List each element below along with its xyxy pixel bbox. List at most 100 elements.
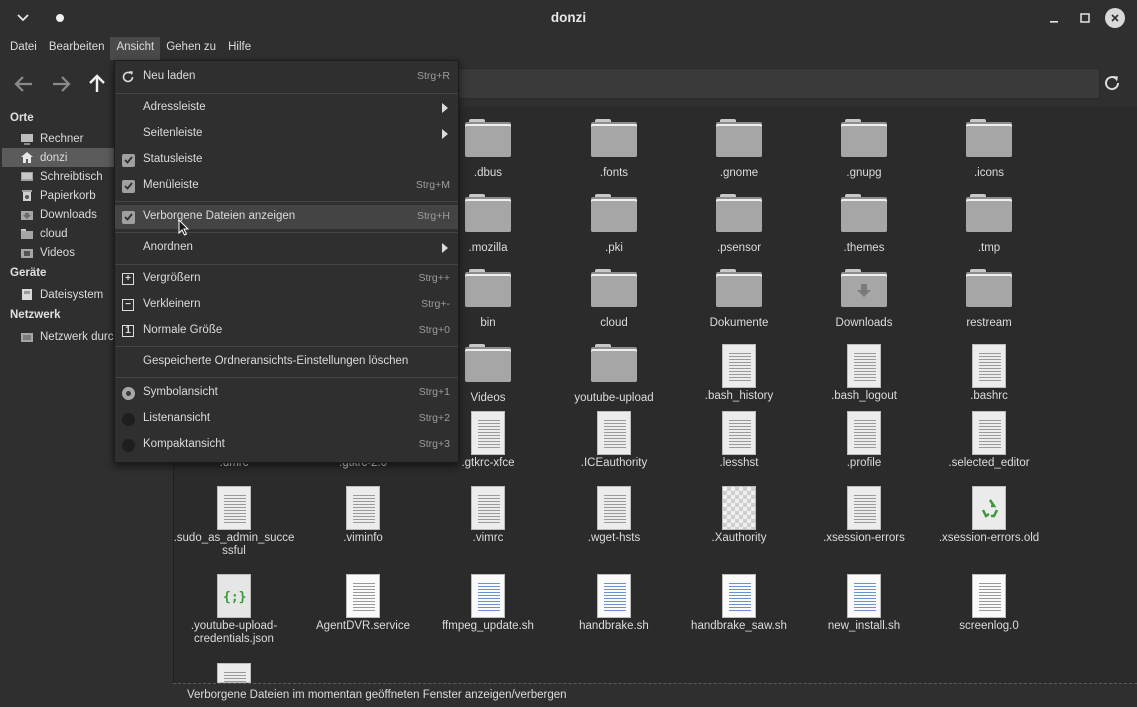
file-item[interactable]: .pki <box>552 194 676 255</box>
file-item[interactable]: .psensor <box>677 194 801 255</box>
text-file-icon <box>217 663 251 684</box>
up-arrow-icon[interactable] <box>85 72 109 96</box>
folder-icon <box>966 269 1012 307</box>
file-label: .themes <box>843 242 885 254</box>
menu-item-vergroessern[interactable]: + Vergrößern Strg++ <box>115 267 458 291</box>
sidebar-item-label: cloud <box>40 227 68 240</box>
file-item[interactable]: .lesshst <box>677 411 801 470</box>
reload-icon[interactable] <box>1102 73 1124 95</box>
file-item[interactable]: youtube-upload <box>552 344 676 405</box>
file-item[interactable]: .icons <box>927 119 1051 180</box>
menu-separator <box>115 232 458 233</box>
menu-item-adressleiste[interactable]: Adressleiste <box>115 96 458 120</box>
file-item[interactable]: AgentDVR.service <box>301 574 425 633</box>
file-label: .lesshst <box>719 457 759 469</box>
menu-bearbeiten[interactable]: Bearbeiten <box>43 37 111 60</box>
file-item[interactable]: .viminfo <box>301 486 425 545</box>
file-item[interactable]: .sudo_as_admin_successful <box>172 486 296 558</box>
image-file-icon <box>722 486 756 530</box>
file-item[interactable]: .ICEauthority <box>552 411 676 470</box>
text-file-icon <box>346 486 380 530</box>
forward-arrow-icon[interactable] <box>49 72 73 96</box>
folder-icon <box>591 119 637 157</box>
file-item[interactable]: .xsession-errors <box>802 486 926 545</box>
text-file-icon <box>972 574 1006 618</box>
close-icon[interactable] <box>1105 8 1125 28</box>
file-label: .tmp <box>977 242 1001 254</box>
file-item[interactable]: .bash_logout <box>802 344 926 403</box>
menu-separator <box>115 377 458 378</box>
menu-item-statusleiste[interactable]: Statusleiste <box>115 148 458 172</box>
menu-item-menueleiste[interactable]: Menüleiste Strg+M <box>115 174 458 198</box>
file-item[interactable]: cloud <box>552 269 676 330</box>
menu-gehen-zu[interactable]: Gehen zu <box>160 37 222 60</box>
file-item[interactable]: .xsession-errors.old <box>927 486 1051 545</box>
file-item-partial[interactable] <box>172 663 296 684</box>
file-item[interactable]: .fonts <box>552 119 676 180</box>
folder-icon <box>841 119 887 157</box>
menu-datei[interactable]: Datei <box>4 37 43 60</box>
menu-item-normale-groesse[interactable]: 1 Normale Größe Strg+0 <box>115 319 458 343</box>
file-label: .sudo_as_admin_successful <box>173 532 295 557</box>
sidebar-heading-orte: Orte <box>10 112 34 124</box>
menu-item-kompaktansicht[interactable]: Kompaktansicht Strg+3 <box>115 433 458 457</box>
checkbox-checked-icon <box>121 153 135 167</box>
folder-icon <box>841 269 887 307</box>
menu-item-verborgene-dateien[interactable]: Verborgene Dateien anzeigen Strg+H <box>115 205 458 229</box>
menu-item-seitenleiste[interactable]: Seitenleiste <box>115 122 458 146</box>
file-label: Downloads <box>835 317 893 329</box>
file-item[interactable]: .themes <box>802 194 926 255</box>
file-label: cloud <box>600 317 628 329</box>
file-item[interactable]: Downloads <box>802 269 926 330</box>
text-file-icon <box>847 411 881 455</box>
text-file-icon <box>847 344 881 388</box>
home-icon <box>20 151 34 164</box>
menu-item-neu-laden[interactable]: Neu laden Strg+R <box>115 65 458 89</box>
file-item[interactable]: .Xauthority <box>677 486 801 545</box>
menu-hilfe[interactable]: Hilfe <box>222 37 257 60</box>
text-file-icon <box>847 486 881 530</box>
menu-ansicht[interactable]: Ansicht <box>110 37 161 60</box>
file-item[interactable]: Dokumente <box>677 269 801 330</box>
file-item[interactable]: handbrake.sh <box>552 574 676 633</box>
file-item[interactable]: ffmpeg_update.sh <box>426 574 550 633</box>
sidebar-item-label: Videos <box>40 246 75 259</box>
reload-icon <box>121 70 135 84</box>
menu-item-anordnen[interactable]: Anordnen <box>115 236 458 260</box>
file-item[interactable]: .gnome <box>677 119 801 180</box>
file-label: .ICEauthority <box>580 457 648 469</box>
sidebar-item-label: Schreibtisch <box>40 170 103 183</box>
location-bar[interactable] <box>450 68 1100 99</box>
file-item[interactable]: .selected_editor <box>927 411 1051 470</box>
text-file-icon <box>346 574 380 618</box>
file-item[interactable]: .bashrc <box>927 344 1051 403</box>
file-item[interactable]: .profile <box>802 411 926 470</box>
menu-item-symbolansicht[interactable]: Symbolansicht Strg+1 <box>115 381 458 405</box>
file-label: .bash_logout <box>831 390 897 402</box>
menu-item-listenansicht[interactable]: Listenansicht Strg+2 <box>115 407 458 431</box>
file-item[interactable]: .tmp <box>927 194 1051 255</box>
file-item[interactable]: .wget-hsts <box>552 486 676 545</box>
menu-item-einstellungen-loeschen[interactable]: Gespeicherte Ordneransichts-Einstellunge… <box>115 350 458 374</box>
file-item[interactable]: {;} .youtube-upload-credentials.json <box>172 574 296 646</box>
minimize-icon[interactable] <box>1044 8 1064 28</box>
window-title: donzi <box>550 10 587 25</box>
menu-item-verkleinern[interactable]: − Verkleinern Strg+- <box>115 293 458 317</box>
file-item[interactable]: .bash_history <box>677 344 801 403</box>
submenu-arrow-icon <box>442 129 448 139</box>
file-item[interactable]: .vimrc <box>426 486 550 545</box>
file-item[interactable]: screenlog.0 <box>927 574 1051 633</box>
folder-icon <box>716 194 762 232</box>
file-item[interactable]: handbrake_saw.sh <box>677 574 801 633</box>
back-arrow-icon[interactable] <box>12 72 36 96</box>
file-label: handbrake_saw.sh <box>691 620 787 632</box>
file-item[interactable]: new_install.sh <box>802 574 926 633</box>
script-file-icon <box>722 574 756 618</box>
maximize-icon[interactable] <box>1075 8 1095 28</box>
file-label: AgentDVR.service <box>316 620 410 632</box>
text-file-icon <box>597 411 631 455</box>
file-item[interactable]: .gnupg <box>802 119 926 180</box>
radio-icon <box>121 438 135 452</box>
sidebar-item-label: Rechner <box>40 132 84 145</box>
file-item[interactable]: restream <box>927 269 1051 330</box>
